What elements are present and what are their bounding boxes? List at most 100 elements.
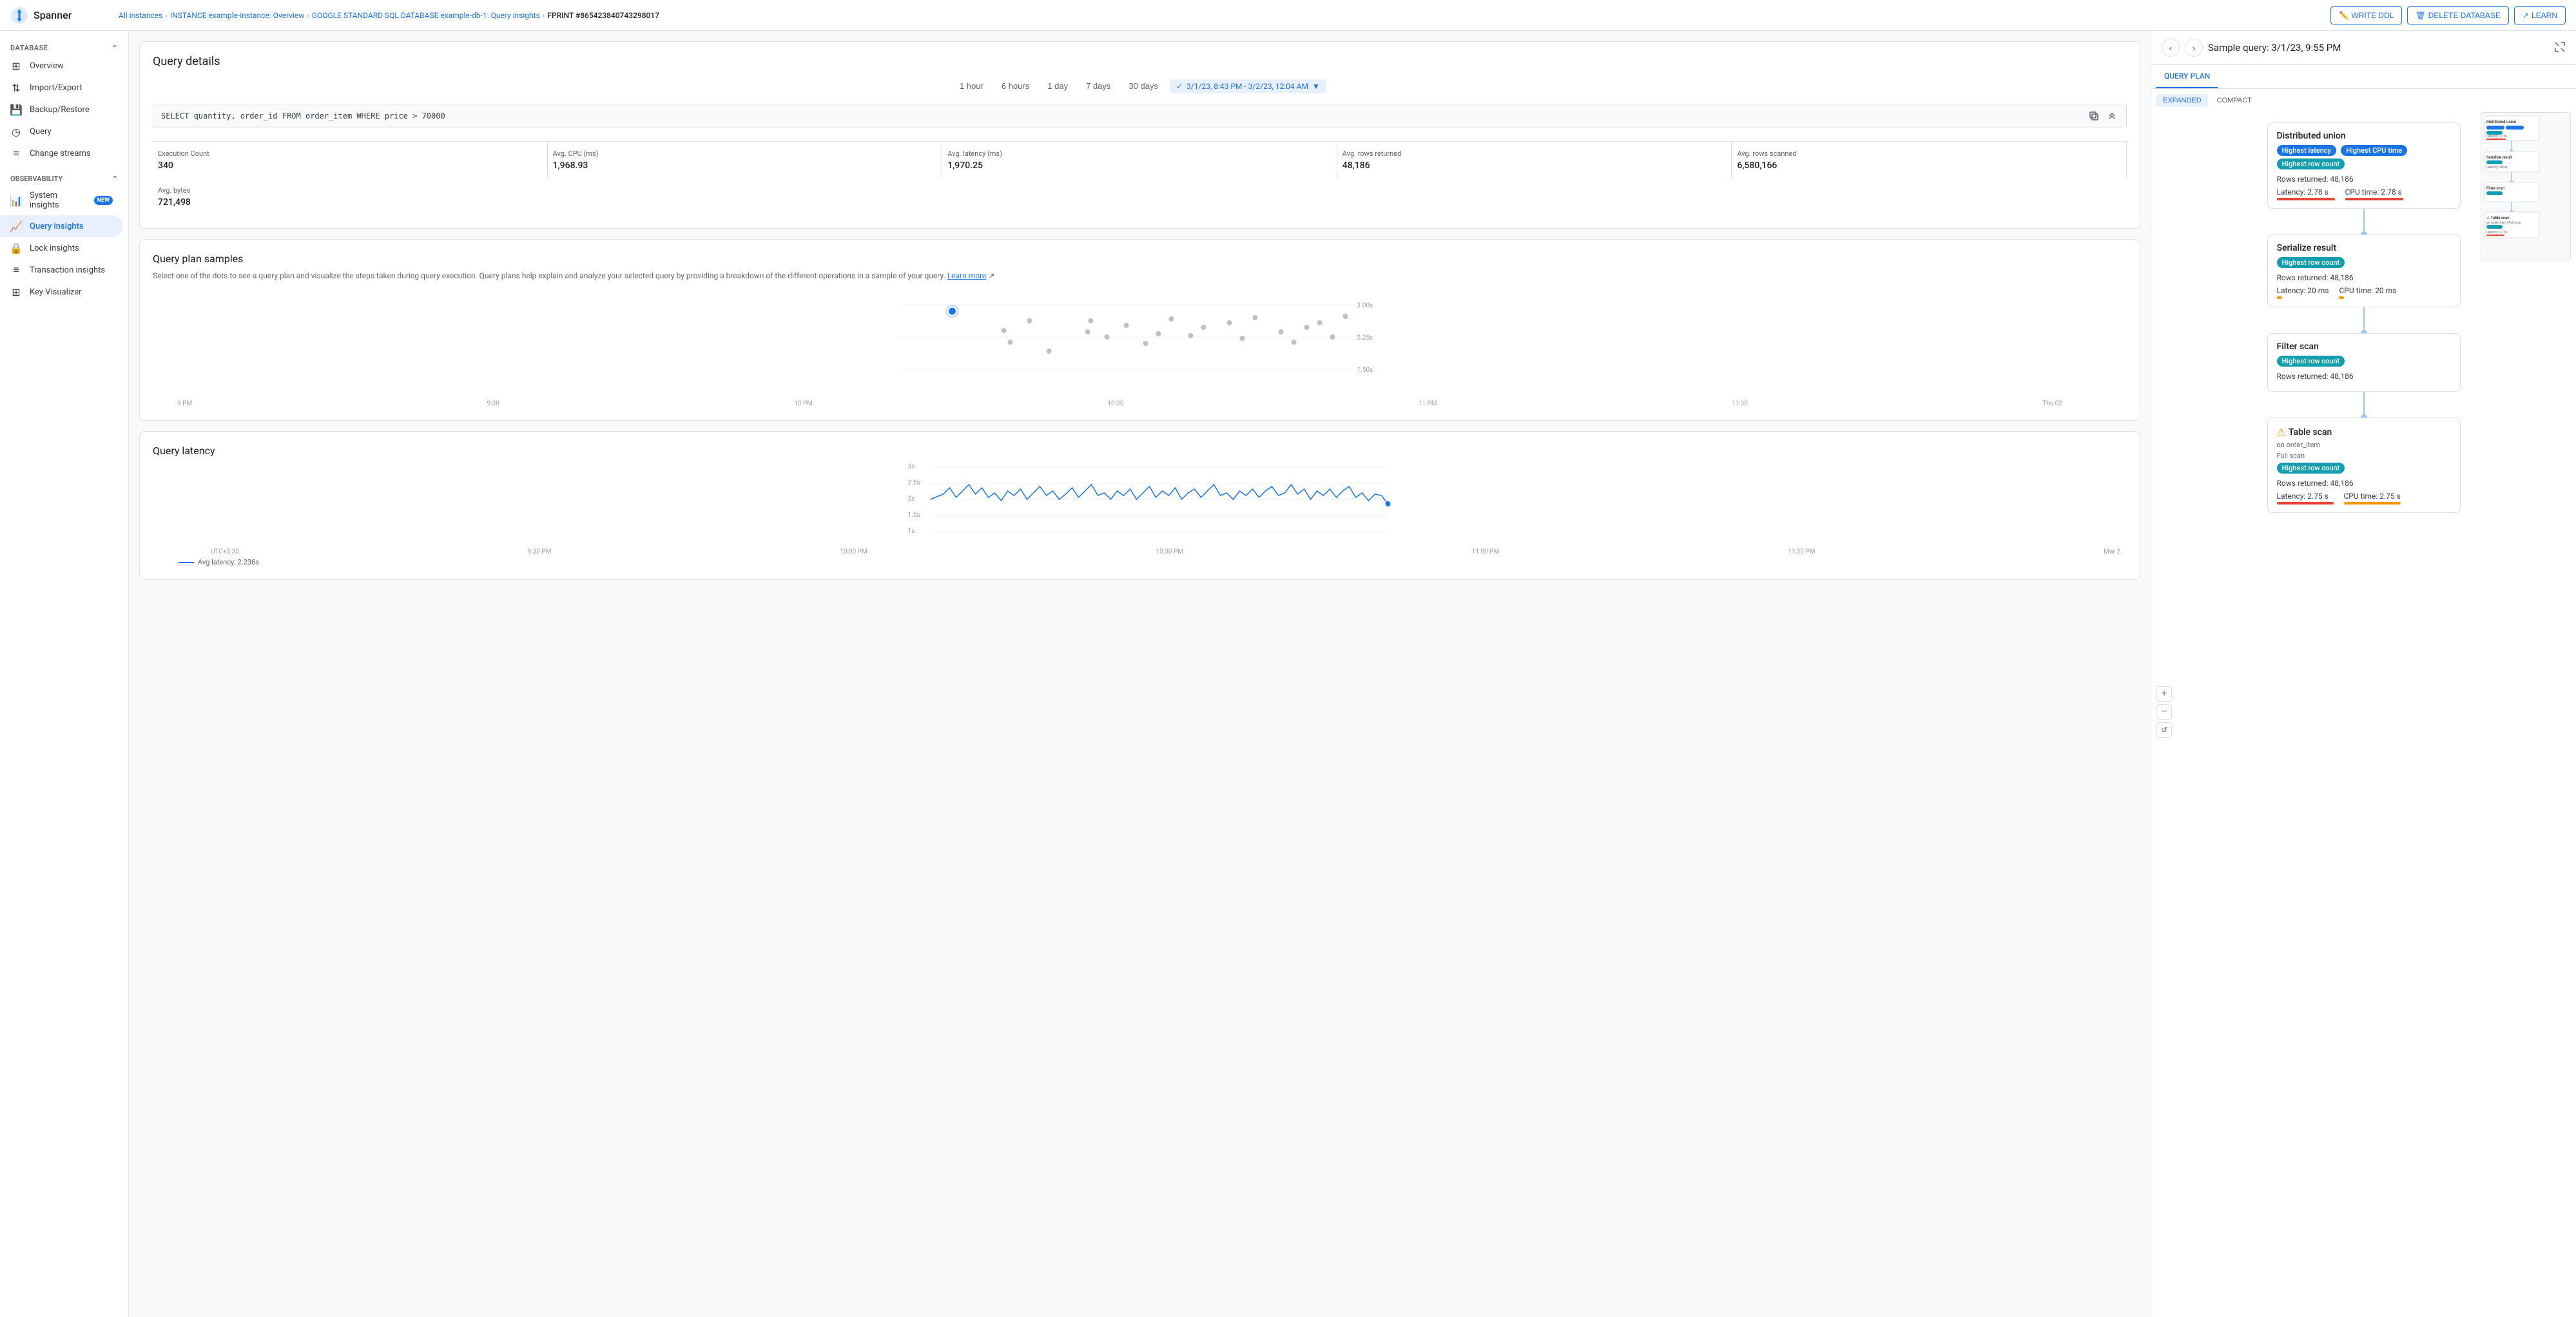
node-badges-2: Highest row count xyxy=(2277,356,2451,369)
query-insights-icon: 📈 xyxy=(10,220,22,232)
node-subtitle2-table-scan: Full scan xyxy=(2277,452,2451,460)
connector-0 xyxy=(2363,209,2365,235)
sql-query-bar: SELECT quantity, order_id FROM order_ite… xyxy=(153,104,2127,128)
connector-line-2 xyxy=(2363,392,2365,418)
connector-line-0 xyxy=(2363,209,2365,235)
time-30days[interactable]: 30 days xyxy=(1122,79,1165,93)
sql-text: SELECT quantity, order_id FROM order_ite… xyxy=(161,111,445,120)
breadcrumb-fprint: FPRINT #865423840743298017 xyxy=(547,11,659,20)
spanner-logo-icon xyxy=(10,6,28,24)
time-1hour[interactable]: 1 hour xyxy=(953,79,990,93)
node-badges-0: Highest latency Highest CPU time Highest… xyxy=(2277,145,2451,172)
tab-query-plan[interactable]: QUERY PLAN xyxy=(2156,65,2218,88)
import-export-icon: ⇅ xyxy=(10,82,22,93)
time-7days[interactable]: 7 days xyxy=(1080,79,1117,93)
expand-sql-button[interactable] xyxy=(2106,110,2118,122)
right-panel: ‹ › Sample query: 3/1/23, 9:55 PM QUERY … xyxy=(2151,31,2576,1317)
zoom-out-button[interactable]: − xyxy=(2156,704,2172,720)
query-plan-samples-card: Query plan samples Select one of the dot… xyxy=(139,239,2140,421)
node-title-distributed-union: Distributed union xyxy=(2277,131,2451,141)
view-expanded-button[interactable]: EXPANDED xyxy=(2156,94,2208,107)
new-badge: NEW xyxy=(94,196,113,205)
cpu-bar-0 xyxy=(2345,198,2403,200)
node-title-table-scan: Table scan xyxy=(2289,427,2332,437)
svg-text:Latency: 2.75s: Latency: 2.75s xyxy=(2486,231,2508,235)
stat-execution-count: Execution Count 340 xyxy=(153,142,548,178)
content-area: Query details 1 hour 6 hours 1 day 7 day… xyxy=(129,31,2576,1317)
overview-icon: ⊞ xyxy=(10,60,22,72)
rp-title: Sample query: 3/1/23, 9:55 PM xyxy=(2208,42,2549,53)
node-rows-1: Rows returned: 48,186 xyxy=(2277,273,2451,282)
rp-next-button[interactable]: › xyxy=(2185,39,2203,57)
rp-expand-button[interactable] xyxy=(2554,41,2566,55)
time-1day[interactable]: 1 day xyxy=(1041,79,1074,93)
svg-text:2.5s: 2.5s xyxy=(908,479,920,486)
warning-icon: ⚠ xyxy=(2277,426,2286,438)
query-details-title: Query details xyxy=(153,55,2127,68)
stat-avg-cpu: Avg. CPU (ms) 1,968.93 xyxy=(548,142,943,178)
query-latency-card: Query latency 3s 2.5s 2s 1.5s 1s xyxy=(139,431,2140,580)
svg-text:2.25s: 2.25s xyxy=(1357,334,1373,341)
svg-text:2s: 2s xyxy=(908,495,915,503)
query-details-card: Query details 1 hour 6 hours 1 day 7 day… xyxy=(139,41,2140,229)
sidebar-item-query[interactable]: ◷ Query xyxy=(0,120,123,142)
rp-outer: ‹ › Sample query: 3/1/23, 9:55 PM QUERY … xyxy=(2151,31,2576,1317)
query-latency-title: Query latency xyxy=(153,445,2127,457)
breadcrumb-database[interactable]: GOOGLE STANDARD SQL DATABASE example-db-… xyxy=(312,11,540,20)
svg-text:⚠ Table scan: ⚠ Table scan xyxy=(2486,216,2510,220)
copy-sql-button[interactable] xyxy=(2087,110,2100,122)
learn-more-link[interactable]: Learn more xyxy=(947,271,987,280)
stat-avg-rows-returned: Avg. rows returned 48,186 xyxy=(1337,142,1732,178)
sidebar: DATABASE ⌃ ⊞ Overview ⇅ Import/Export 💾 … xyxy=(0,31,129,1317)
time-range: 1 hour 6 hours 1 day 7 days 30 days ✓ 3/… xyxy=(153,79,2127,93)
legend-line xyxy=(179,562,194,563)
badge-highest-latency: Highest latency xyxy=(2277,145,2336,156)
sidebar-item-system-insights[interactable]: 📊 System insights NEW xyxy=(0,186,123,215)
node-distributed-union: Distributed union Highest latency Highes… xyxy=(2267,122,2461,209)
latency-chart: 3s 2.5s 2s 1.5s 1s xyxy=(179,462,2127,546)
view-compact-button[interactable]: COMPACT xyxy=(2211,94,2258,107)
rp-tabs: QUERY PLAN xyxy=(2151,65,2576,89)
query-icon: ◷ xyxy=(10,126,22,137)
sidebar-item-import-export[interactable]: ⇅ Import/Export xyxy=(0,77,123,99)
learn-button[interactable]: ↗ LEARN xyxy=(2514,6,2566,24)
svg-text:1s: 1s xyxy=(908,528,915,535)
database-section-title: DATABASE ⌃ xyxy=(0,36,128,55)
sidebar-item-transaction-insights[interactable]: ≡ Transaction insights xyxy=(0,259,123,281)
sidebar-item-lock-insights[interactable]: 🔒 Lock insights xyxy=(0,237,123,259)
zoom-in-button[interactable]: + xyxy=(2156,686,2172,702)
node-title-filter-scan: Filter scan xyxy=(2277,341,2451,352)
backup-restore-icon: 💾 xyxy=(10,104,22,115)
sidebar-item-key-visualizer[interactable]: ⊞ Key Visualizer xyxy=(0,281,123,303)
stat-avg-rows-scanned: Avg. rows scanned 6,580,166 xyxy=(1732,142,2127,178)
rp-prev-button[interactable]: ‹ xyxy=(2162,39,2180,57)
breadcrumb-all-instances[interactable]: All instances xyxy=(119,11,162,20)
zoom-controls: + − ↺ xyxy=(2156,686,2172,738)
stat-avg-bytes: Avg. bytes 721,498 xyxy=(153,178,548,215)
rp-header: ‹ › Sample query: 3/1/23, 9:55 PM xyxy=(2151,31,2576,65)
minimap: Distributed union Latency: 2.78s Seri xyxy=(2481,112,2571,260)
node-table-scan: ⚠ Table scan on order_item Full scan Hig… xyxy=(2267,418,2461,513)
node-rows-0: Rows returned: 48,186 xyxy=(2277,175,2451,184)
connector-1 xyxy=(2363,307,2365,333)
cpu-bar-1 xyxy=(2339,296,2344,299)
node-metrics-0: Latency: 2.78 s CPU time: 2.78 s xyxy=(2277,187,2451,200)
sidebar-item-query-insights[interactable]: 📈 Query insights xyxy=(0,215,123,237)
write-ddl-button[interactable]: ✏️ WRITE DDL xyxy=(2330,6,2402,24)
sidebar-item-overview[interactable]: ⊞ Overview xyxy=(0,55,123,77)
badge-highest-row-count-1: Highest row count xyxy=(2277,257,2345,268)
zoom-reset-button[interactable]: ↺ xyxy=(2156,722,2172,738)
breadcrumb-instance[interactable]: INSTANCE example-instance: Overview xyxy=(170,11,304,20)
latency-chart-wrapper: 3s 2.5s 2s 1.5s 1s xyxy=(153,462,2127,555)
time-range-selected[interactable]: ✓ 3/1/23, 8:43 PM - 3/2/23, 12:04 AM ▼ xyxy=(1170,79,1326,93)
time-6hours[interactable]: 6 hours xyxy=(995,79,1036,93)
sql-bar-actions xyxy=(2087,110,2118,122)
sidebar-item-change-streams[interactable]: ≡ Change streams xyxy=(0,142,123,164)
sidebar-item-backup-restore[interactable]: 💾 Backup/Restore xyxy=(0,99,123,120)
delete-database-button[interactable]: 🗑 DELETE DATABASE xyxy=(2407,6,2509,24)
query-plan-content: Distributed union Latency: 2.78s Seri xyxy=(2151,107,2576,1317)
connector-line-1 xyxy=(2363,307,2365,333)
stat-avg-latency: Avg. latency (ms) 1,970.25 xyxy=(942,142,1337,178)
svg-text:3.00s: 3.00s xyxy=(1357,302,1373,309)
node-metrics-3: Latency: 2.75 s CPU time: 2.75 s xyxy=(2277,492,2451,505)
